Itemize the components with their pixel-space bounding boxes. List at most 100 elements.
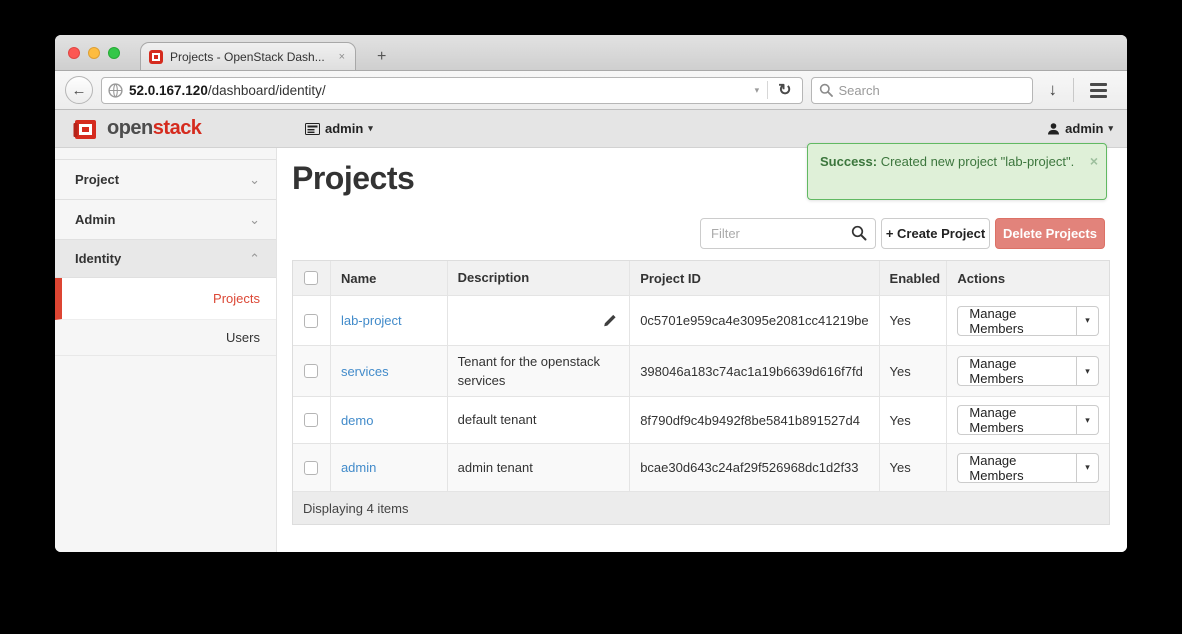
close-icon[interactable]: × xyxy=(1090,151,1098,171)
zoom-window-button[interactable] xyxy=(108,47,120,59)
table-header-row: Name Description Project ID Enabled Acti… xyxy=(293,261,1109,296)
window-controls xyxy=(68,47,120,59)
chevron-down-icon: ⌄ xyxy=(249,171,260,187)
row-actions: Manage Members ▾ xyxy=(957,356,1099,386)
filter-input[interactable] xyxy=(700,218,876,249)
user-menu-dropdown[interactable]: admin ▾ xyxy=(1047,121,1113,136)
browser-navbar: ← 52.0.167.120/dashboard/identity/ ▾ ↻ ↓ xyxy=(55,71,1127,110)
sidebar-item-admin[interactable]: Admin ⌄ xyxy=(55,200,276,240)
globe-icon xyxy=(108,82,123,98)
user-icon xyxy=(1048,123,1060,135)
table-row: demo default tenant 8f790df9c4b9492f8be5… xyxy=(293,397,1109,444)
tab-title: Projects - OpenStack Dash... xyxy=(170,49,325,64)
actions-caret-button[interactable]: ▾ xyxy=(1077,405,1099,435)
project-link[interactable]: admin xyxy=(341,460,376,475)
edit-pencil-icon[interactable] xyxy=(602,313,617,328)
browser-search-input[interactable] xyxy=(838,82,1025,98)
delete-projects-button[interactable]: Delete Projects xyxy=(995,218,1105,249)
table-row: lab-project 0c5701e959ca4e3095e2081cc412… xyxy=(293,296,1109,346)
manage-members-button[interactable]: Manage Members xyxy=(957,356,1078,386)
url-text[interactable]: 52.0.167.120/dashboard/identity/ xyxy=(129,83,747,98)
project-switcher-icon xyxy=(305,122,320,135)
row-checkbox[interactable] xyxy=(304,413,319,427)
table-row: admin admin tenant bcae30d643c24af29f526… xyxy=(293,444,1109,492)
table-row: services Tenant for the openstack servic… xyxy=(293,346,1109,397)
actions-caret-button[interactable]: ▾ xyxy=(1077,305,1099,336)
actions-caret-button[interactable]: ▾ xyxy=(1077,452,1099,483)
row-checkbox[interactable] xyxy=(304,364,319,378)
chevron-down-icon: ⌄ xyxy=(249,211,260,227)
alert-strong-text: Success: xyxy=(820,154,878,169)
table-toolbar: + Create Project Delete Projects xyxy=(277,218,1127,249)
row-checkbox[interactable] xyxy=(304,460,319,475)
project-id-text: 398046a183c74ac1a19b6639d616f7fd xyxy=(630,346,880,396)
actions-caret-button[interactable]: ▾ xyxy=(1077,356,1099,386)
hamburger-menu-icon[interactable] xyxy=(1082,82,1117,98)
openstack-logo-icon xyxy=(73,119,96,139)
filter-search-icon[interactable] xyxy=(851,225,867,241)
caret-down-icon: ▾ xyxy=(1108,123,1113,133)
row-actions: Manage Members ▾ xyxy=(957,452,1099,483)
column-header-project-id: Project ID xyxy=(630,261,880,295)
browser-window: Projects - OpenStack Dash... × + ← 52.0.… xyxy=(55,35,1127,552)
user-menu-label: admin xyxy=(1065,121,1104,136)
sidebar-item-identity[interactable]: Identity ⌃ xyxy=(55,240,276,278)
sidebar-item-projects[interactable]: Projects xyxy=(55,278,276,320)
toolbar-separator xyxy=(1073,78,1074,102)
project-switcher-label: admin xyxy=(325,121,364,136)
new-tab-button[interactable]: + xyxy=(367,46,396,68)
description-text: Tenant for the openstack services xyxy=(457,353,601,389)
sidebar-top-strip xyxy=(55,148,276,160)
filter-field-wrap xyxy=(700,218,876,249)
project-link[interactable]: lab-project xyxy=(341,313,402,328)
projects-table: Name Description Project ID Enabled Acti… xyxy=(292,260,1110,525)
desktop-background: Projects - OpenStack Dash... × + ← 52.0.… xyxy=(0,0,1182,634)
project-switcher-dropdown[interactable]: admin ▾ xyxy=(305,121,373,136)
row-actions: Manage Members ▾ xyxy=(957,305,1099,336)
enabled-text: Yes xyxy=(880,397,948,443)
browser-tab[interactable]: Projects - OpenStack Dash... × xyxy=(140,42,356,70)
project-link[interactable]: services xyxy=(341,364,389,379)
back-button[interactable]: ← xyxy=(65,76,93,104)
manage-members-button[interactable]: Manage Members xyxy=(957,405,1078,435)
sidebar: Project ⌄ Admin ⌄ Identity ⌃ Projects Us… xyxy=(55,148,277,552)
select-all-checkbox[interactable] xyxy=(304,271,319,285)
project-id-text: bcae30d643c24af29f526968dc1d2f33 xyxy=(630,444,880,491)
project-id-text: 0c5701e959ca4e3095e2081cc41219be xyxy=(630,296,880,345)
sidebar-item-users[interactable]: Users xyxy=(55,320,276,356)
minimize-window-button[interactable] xyxy=(88,47,100,59)
column-header-actions: Actions xyxy=(957,270,1006,286)
create-project-button[interactable]: + Create Project xyxy=(881,218,990,249)
project-id-text: 8f790df9c4b9492f8be5841b891527d4 xyxy=(630,397,880,443)
description-text: admin tenant xyxy=(457,459,533,475)
sidebar-item-label: Admin xyxy=(75,212,116,227)
manage-members-button[interactable]: Manage Members xyxy=(957,452,1078,483)
row-checkbox[interactable] xyxy=(304,313,319,328)
caret-down-icon: ▾ xyxy=(368,123,373,133)
sidebar-item-label: Project xyxy=(75,172,120,187)
row-actions: Manage Members ▾ xyxy=(957,405,1099,435)
logo-text: openstack xyxy=(107,117,202,139)
content-panel: Projects Success: Created new project "l… xyxy=(277,143,1127,552)
browser-search-box[interactable] xyxy=(810,76,1033,104)
download-icon[interactable]: ↓ xyxy=(1041,80,1066,100)
sidebar-item-project[interactable]: Project ⌄ xyxy=(55,160,276,200)
column-header-name: Name xyxy=(331,261,448,295)
openstack-favicon-icon xyxy=(149,49,163,64)
url-bar[interactable]: 52.0.167.120/dashboard/identity/ ▾ ↻ xyxy=(101,76,803,104)
tab-close-icon[interactable]: × xyxy=(337,51,347,63)
close-window-button[interactable] xyxy=(68,47,80,59)
enabled-text: Yes xyxy=(880,296,948,345)
manage-members-button[interactable]: Manage Members xyxy=(957,305,1078,336)
description-text: default tenant xyxy=(457,412,537,428)
reload-icon[interactable]: ↻ xyxy=(774,80,795,100)
enabled-text: Yes xyxy=(880,346,948,396)
openstack-logo[interactable]: openstack xyxy=(55,116,202,142)
sidebar-item-label: Identity xyxy=(75,251,122,266)
url-dropdown-icon[interactable]: ▾ xyxy=(753,85,762,96)
url-domain: 52.0.167.120 xyxy=(129,82,208,98)
chevron-up-icon: ⌃ xyxy=(249,250,260,266)
table-footer-text: Displaying 4 items xyxy=(303,500,409,516)
main-area: Project ⌄ Admin ⌄ Identity ⌃ Projects Us… xyxy=(55,143,1127,552)
project-link[interactable]: demo xyxy=(341,413,374,428)
